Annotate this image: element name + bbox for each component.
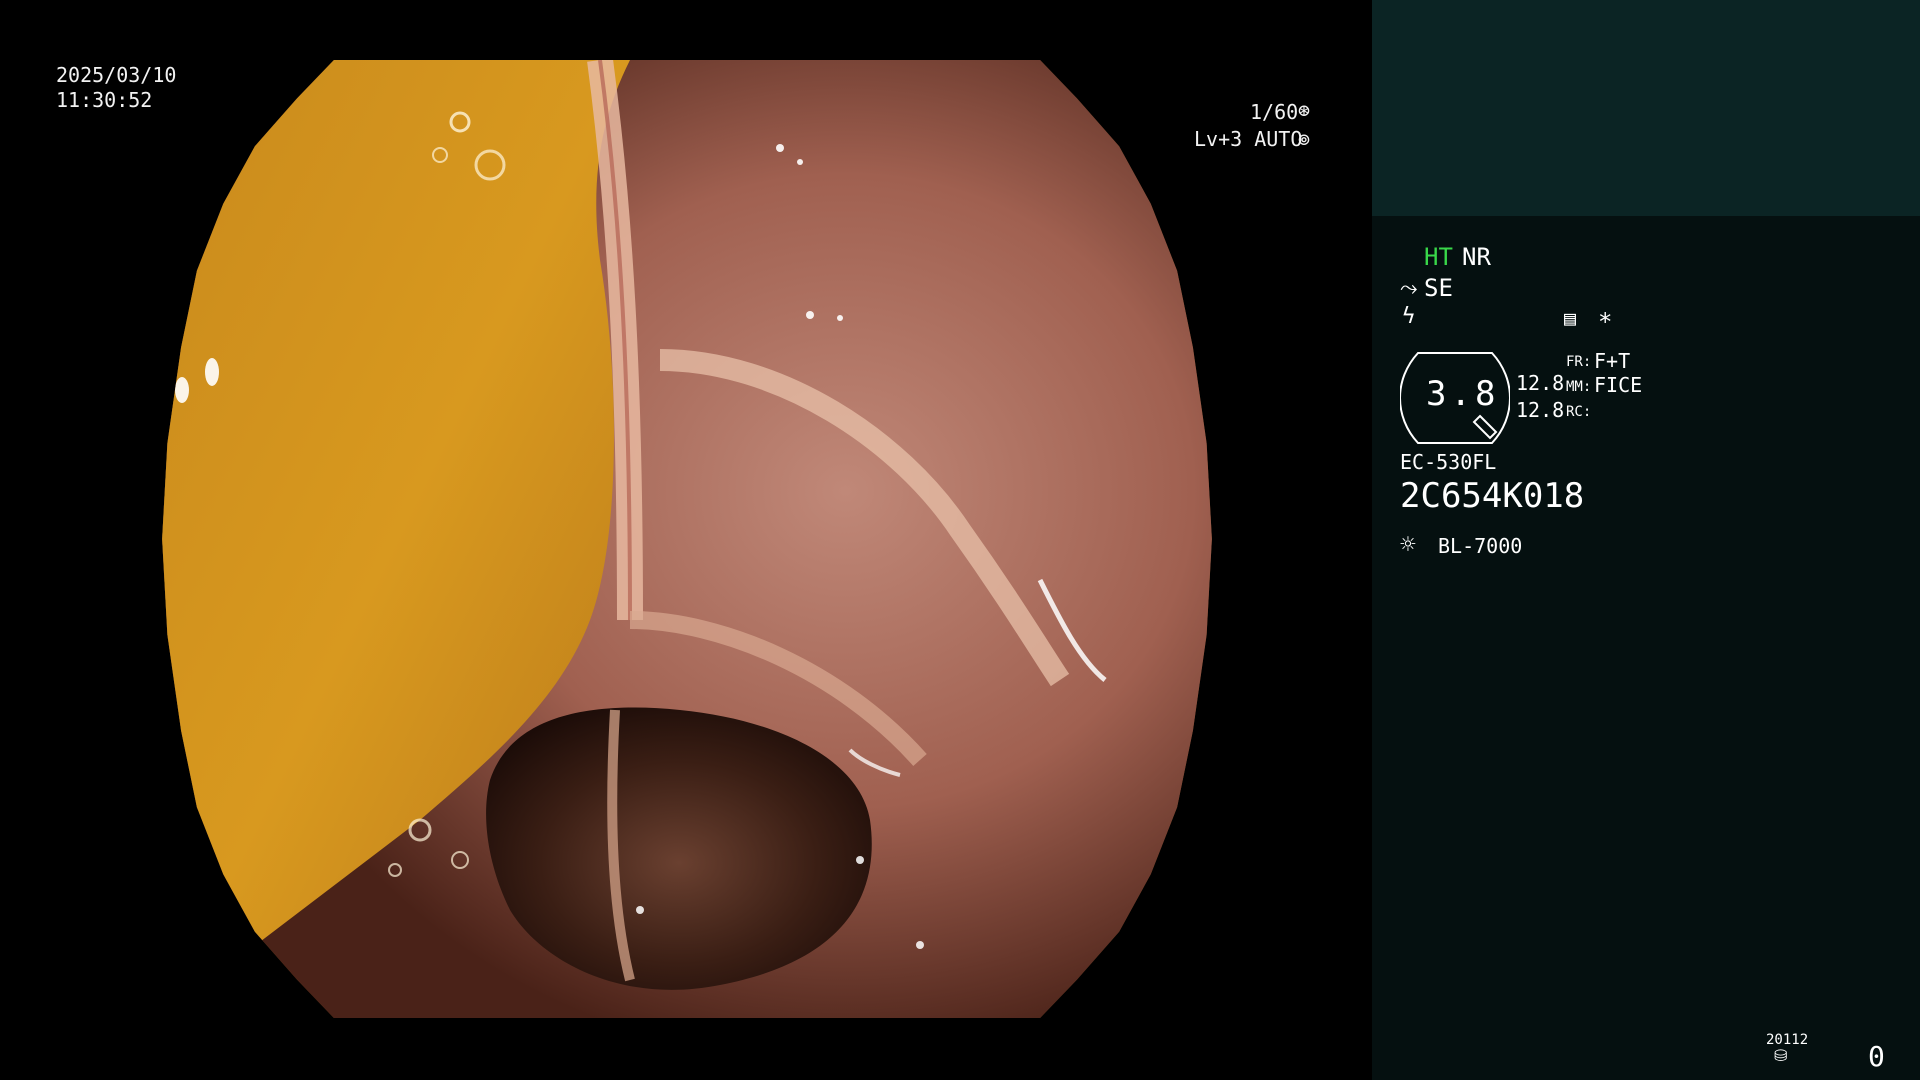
asterisk-indicator: * <box>1598 308 1613 336</box>
fr-value: F+T <box>1594 349 1631 373</box>
scope-serial: 2C654K018 <box>1400 476 1585 516</box>
mm-value: FICE <box>1594 373 1643 397</box>
value-2: 12.8 <box>1516 398 1565 422</box>
zoom-value: 3.8 <box>1426 374 1500 414</box>
endoscope-video: 2025/03/10 11:30:52 1/60 ⊛ Lv+3 AUTO ⊚ <box>0 0 1372 1080</box>
exam-date: 2025/03/10 <box>56 63 177 87</box>
se-indicator: SE <box>1424 274 1453 302</box>
light-source: BL-7000 <box>1438 534 1523 558</box>
nr-indicator: NR <box>1462 243 1491 271</box>
memo-icon: ▤ <box>1564 306 1577 330</box>
value-1: 12.8 <box>1516 371 1565 395</box>
aperture-icon: ⊛ <box>1298 98 1311 122</box>
exam-time: 11:30:52 <box>56 88 153 112</box>
shutter-speed: 1/60 <box>1250 100 1299 124</box>
zoom-indicator: 3.8 <box>1400 352 1510 444</box>
lightning-icon: ϟ <box>1402 304 1416 329</box>
scope-model: EC-530FL <box>1400 450 1497 474</box>
storage-counter: 0 <box>1868 1040 1885 1073</box>
endoscope-image <box>162 60 1212 1018</box>
panel-header-area <box>1372 0 1920 216</box>
sun-icon: ☼ <box>1400 530 1416 560</box>
enhancement-level: Lv+3 AUTO <box>1194 127 1303 151</box>
rc-label: RC: <box>1566 404 1592 420</box>
ht-indicator: HT <box>1424 243 1453 271</box>
endoscopy-scene <box>162 60 1212 1018</box>
status-panel: HT NR ⤳ SE ϟ ▤ * 3.8 12.8 12.8 FR: F+T M… <box>1372 0 1920 1080</box>
se-icon: ⤳ <box>1400 276 1418 301</box>
disk-icon: ⛁ <box>1774 1046 1788 1065</box>
mm-label: MM: <box>1566 379 1592 395</box>
fr-label: FR: <box>1566 354 1592 370</box>
auto-icon: ⊚ <box>1298 127 1311 151</box>
